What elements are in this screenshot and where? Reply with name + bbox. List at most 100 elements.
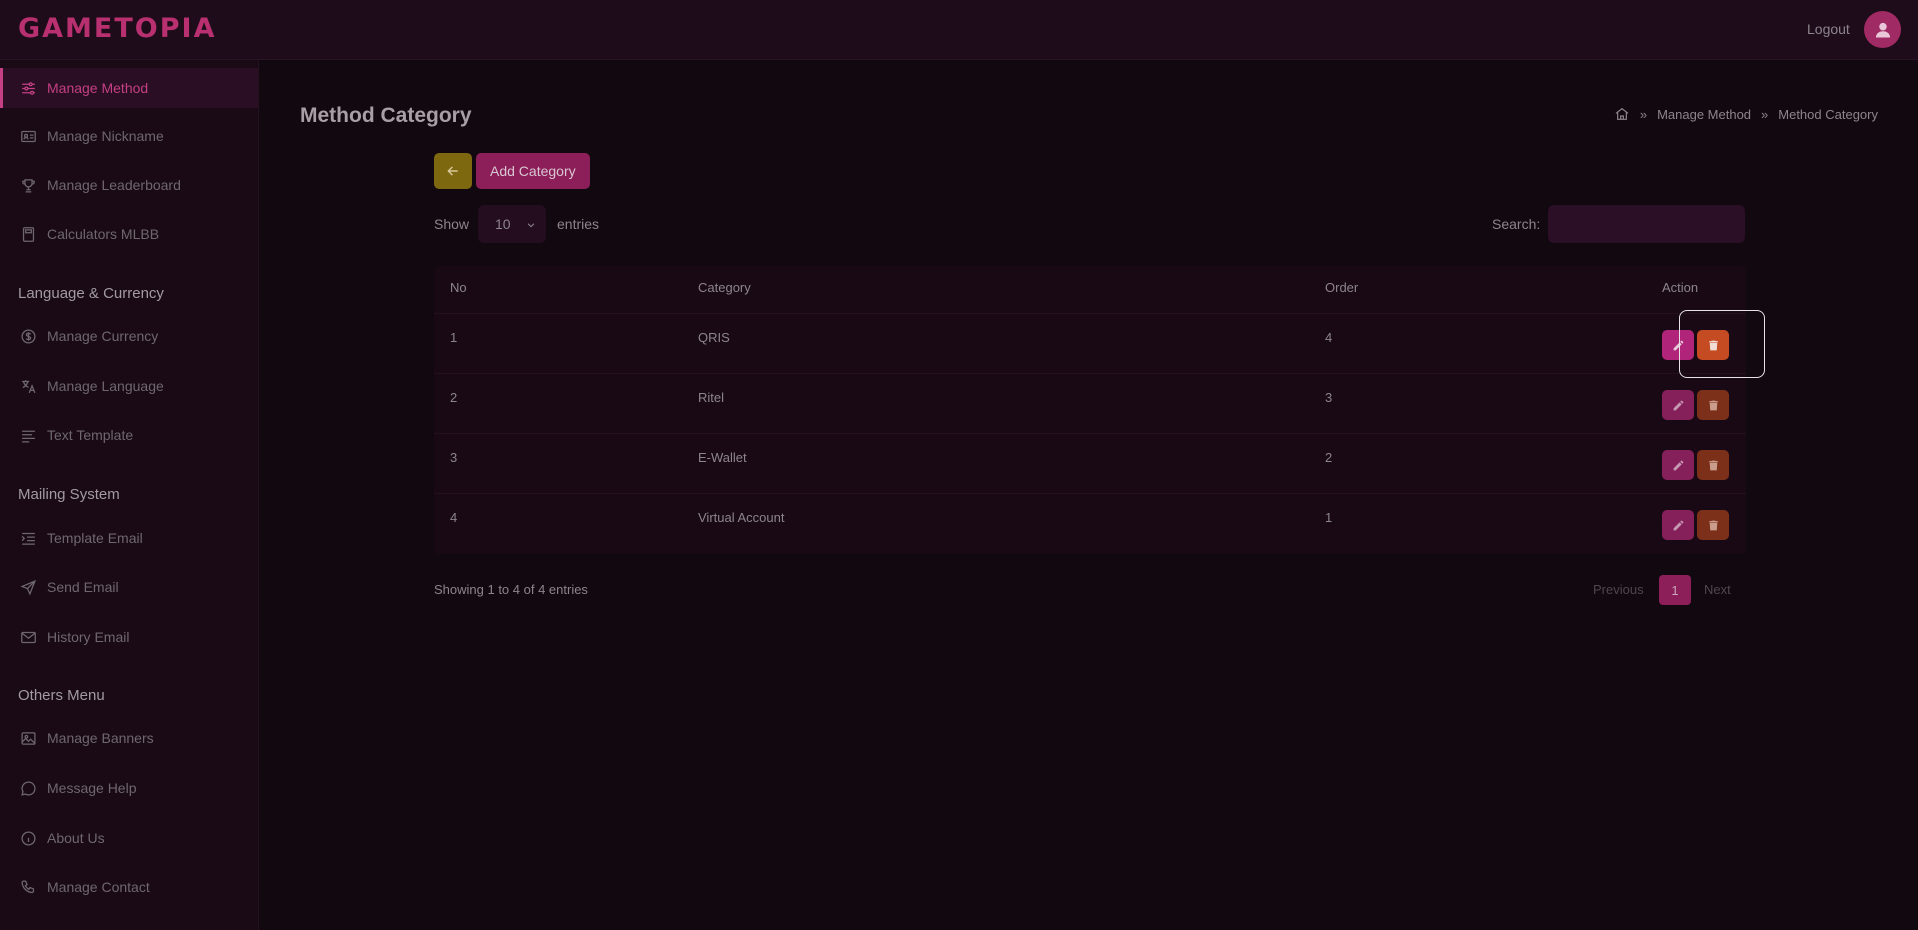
sidebar-item-manage-method[interactable]: Manage Method xyxy=(0,68,258,108)
sidebar-item-label: Text Template xyxy=(47,427,134,443)
breadcrumb-manage-method[interactable]: Manage Method xyxy=(1657,107,1751,122)
sidebar-item-text-template[interactable]: Text Template xyxy=(0,415,258,455)
section-others-menu: Others Menu xyxy=(18,687,105,704)
entries-select-value: 10 xyxy=(495,216,511,232)
cell-order: 4 xyxy=(1325,330,1333,345)
cell-order: 3 xyxy=(1325,390,1333,405)
cell-category: Ritel xyxy=(698,390,725,405)
breadcrumb-separator-icon: » xyxy=(1639,106,1648,122)
sidebar-item-label: Manage Banners xyxy=(47,730,154,746)
sidebar-item-send-email[interactable]: Send Email xyxy=(0,567,258,607)
sidebar-item-about-us[interactable]: About Us xyxy=(0,818,258,858)
cell-order: 2 xyxy=(1325,450,1333,465)
sidebar-item-label: Calculators MLBB xyxy=(47,226,160,242)
edit-button[interactable] xyxy=(1662,390,1694,420)
dollar-icon xyxy=(19,327,37,345)
chevron-down-icon xyxy=(526,217,536,233)
delete-button[interactable] xyxy=(1697,450,1729,480)
next-page-button[interactable]: Next xyxy=(1704,582,1731,597)
cell-no: 1 xyxy=(450,330,458,345)
pencil-icon xyxy=(1673,460,1683,470)
edit-button[interactable] xyxy=(1662,330,1694,360)
sidebar-item-template-email[interactable]: Template Email xyxy=(0,518,258,558)
delete-button[interactable] xyxy=(1697,390,1729,420)
delete-button[interactable] xyxy=(1697,510,1729,540)
app-logo[interactable]: GAMETOPIA xyxy=(18,13,216,44)
sidebar-item-label: Manage Currency xyxy=(47,328,159,344)
edit-button[interactable] xyxy=(1662,450,1694,480)
entries-select[interactable]: 10 xyxy=(478,205,546,243)
breadcrumb-separator-icon: » xyxy=(1761,106,1769,122)
entries-label: entries xyxy=(557,216,600,232)
sidebar-item-history-email[interactable]: History Email xyxy=(0,617,258,657)
sidebar-item-manage-currency[interactable]: Manage Currency xyxy=(0,316,258,356)
page-title: Method Category xyxy=(300,104,472,127)
translate-icon xyxy=(19,377,37,395)
category-table: No Category Order Action 1 QRIS 4 2 Rite… xyxy=(434,266,1746,554)
breadcrumb: » Manage Method » Method Category xyxy=(1614,106,1878,122)
trash-icon xyxy=(1708,400,1718,410)
column-header-category[interactable]: Category xyxy=(698,280,751,295)
avatar[interactable] xyxy=(1864,11,1901,48)
calculator-icon xyxy=(19,225,37,243)
sliders-icon xyxy=(19,79,37,97)
home-icon[interactable] xyxy=(1614,106,1630,122)
logout-link[interactable]: Logout xyxy=(1807,21,1850,37)
sidebar-item-label: Manage Nickname xyxy=(47,128,164,144)
sidebar-item-calculators-mlbb[interactable]: Calculators MLBB xyxy=(0,214,258,254)
back-button[interactable] xyxy=(434,153,472,189)
list-indent-icon xyxy=(19,529,37,547)
sidebar-item-manage-language[interactable]: Manage Language xyxy=(0,366,258,406)
breadcrumb-method-category: Method Category xyxy=(1778,106,1878,122)
pencil-icon xyxy=(1673,400,1683,410)
cell-no: 2 xyxy=(450,390,458,405)
search-label: Search: xyxy=(1492,216,1541,232)
send-icon xyxy=(19,578,37,596)
trash-icon xyxy=(1708,520,1718,530)
sidebar-item-manage-contact[interactable]: Manage Contact xyxy=(0,867,258,907)
sidebar-item-manage-banners[interactable]: Manage Banners xyxy=(0,718,258,758)
mail-icon xyxy=(19,628,37,646)
table-info: Showing 1 to 4 of 4 entries xyxy=(434,582,588,597)
pencil-icon xyxy=(1673,520,1683,530)
delete-button[interactable] xyxy=(1697,330,1729,360)
table-row: 4 Virtual Account 1 xyxy=(434,493,1746,553)
sidebar-item-message-help[interactable]: Message Help xyxy=(0,768,258,808)
trophy-icon xyxy=(19,176,37,194)
trash-icon xyxy=(1708,340,1718,350)
table-row: 1 QRIS 4 xyxy=(434,313,1746,373)
page-button-current[interactable]: 1 xyxy=(1659,575,1691,605)
id-card-icon xyxy=(19,127,37,145)
sidebar-item-label: Manage Contact xyxy=(47,879,150,895)
sidebar-item-label: Send Email xyxy=(47,579,119,595)
sidebar-item-label: Template Email xyxy=(47,530,143,546)
section-mailing-system: Mailing System xyxy=(18,486,120,503)
sidebar-item-label: Manage Leaderboard xyxy=(47,177,181,193)
sidebar-item-manage-nickname[interactable]: Manage Nickname xyxy=(0,116,258,156)
add-category-button[interactable]: Add Category xyxy=(476,153,590,189)
column-header-no[interactable]: No xyxy=(450,280,467,295)
pencil-icon xyxy=(1673,340,1683,350)
sidebar-item-label: Manage Method xyxy=(47,80,149,96)
text-lines-icon xyxy=(19,426,37,444)
sidebar-item-manage-leaderboard[interactable]: Manage Leaderboard xyxy=(0,165,258,205)
sidebar-item-label: Manage Language xyxy=(47,378,164,394)
previous-page-button[interactable]: Previous xyxy=(1593,582,1644,597)
edit-button[interactable] xyxy=(1662,510,1694,540)
cell-no: 4 xyxy=(450,510,458,525)
sidebar-item-label: History Email xyxy=(47,629,130,645)
phone-icon xyxy=(19,878,37,896)
sidebar-item-label: Message Help xyxy=(47,780,137,796)
table-row: 3 E-Wallet 2 xyxy=(434,433,1746,493)
search-input[interactable] xyxy=(1548,205,1745,243)
column-header-action: Action xyxy=(1662,280,1699,295)
column-header-order[interactable]: Order xyxy=(1325,280,1358,295)
user-icon xyxy=(1875,22,1890,37)
cell-order: 1 xyxy=(1325,510,1333,525)
arrow-left-icon xyxy=(447,166,458,176)
chat-icon xyxy=(19,779,37,797)
cell-category: QRIS xyxy=(698,330,730,345)
section-language-currency: Language & Currency xyxy=(18,285,164,302)
image-icon xyxy=(19,729,37,747)
sidebar-item-label: About Us xyxy=(47,830,105,846)
